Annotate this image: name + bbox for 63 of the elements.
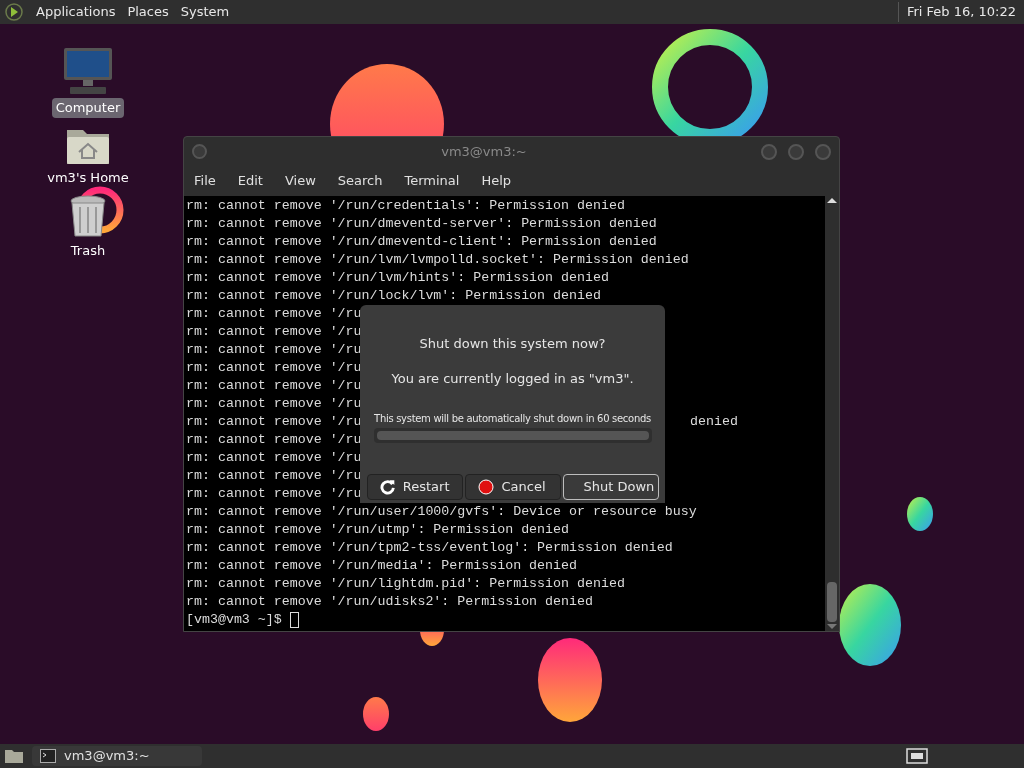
dialog-button[interactable]: Cancel [464, 474, 561, 500]
menu-item[interactable]: File [194, 171, 216, 191]
dialog-title: Shut down this system now? [419, 335, 606, 353]
countdown-text: This system will be automatically shut down in 60 seconds [374, 412, 651, 426]
terminal-line: rm: cannot remove '/ru [186, 414, 362, 429]
terminal-line: rm: cannot remove '/ru [186, 378, 362, 393]
terminal-line: rm: cannot remove '/ru [186, 450, 362, 465]
menu-item[interactable]: Terminal [404, 171, 460, 191]
maximize-button[interactable] [788, 143, 804, 160]
terminal-line: rm: cannot remove '/ru [186, 360, 362, 375]
show-desktop-icon[interactable] [4, 748, 24, 764]
trash-icon [69, 195, 107, 239]
refresh-icon [379, 479, 395, 495]
window-title: vm3@vm3:~ [440, 142, 528, 161]
terminal-line: rm: cannot remove '/ru [186, 342, 362, 357]
shell-prompt: [vm3@vm3 ~]$ [186, 611, 283, 629]
terminal-line: rm: cannot remove '/run/utmp': Permission denied [186, 522, 569, 537]
terminal-line: rm: cannot remove '/run/lock/lvm': Permission denied [186, 288, 601, 303]
terminal-line: rm: cannot remove '/ru [186, 396, 362, 411]
desktop-icon-label[interactable]: Computer [51, 98, 125, 118]
terminal-line: rm: cannot remove '/run/dmeventd-client': Permission denied [186, 234, 657, 249]
terminal-line: rm: cannot remove '/ru [186, 306, 362, 321]
stop-icon [477, 479, 494, 495]
menu-item[interactable]: View [284, 171, 316, 191]
menu-item[interactable]: Help [481, 171, 512, 191]
scrollbar-thumb[interactable] [827, 582, 837, 622]
scroll-down-arrow-icon[interactable] [827, 624, 837, 629]
terminal-line: rm: cannot remove '/ru [186, 468, 362, 483]
window-menu-button[interactable] [192, 144, 207, 159]
terminal-line: rm: cannot remove '/run/lvm/lvmpolld.socket': Permission denied [186, 252, 689, 267]
clock[interactable]: Fri Feb 16, 10:22 [897, 2, 1020, 22]
terminal-line: rm: cannot remove '/run/media': Permission denied [186, 558, 577, 573]
terminal-line: rm: cannot remove '/run/udisks2': Permission denied [186, 594, 593, 609]
scroll-up-arrow-icon[interactable] [827, 198, 837, 203]
menu-item[interactable]: Search [337, 171, 383, 191]
terminal-line: rm: cannot remove '/ru [186, 324, 362, 339]
taskbar-button[interactable]: vm3@vm3:~ [32, 746, 202, 766]
panel-menu[interactable]: Applications [36, 2, 116, 22]
dialog-button[interactable]: Restart [366, 474, 463, 500]
logo-icon[interactable] [4, 2, 24, 22]
workspace-switcher-icon[interactable] [906, 748, 928, 764]
scrollbar[interactable] [825, 196, 839, 631]
panel-menu[interactable]: Places [127, 2, 169, 22]
computer-icon [62, 46, 114, 96]
terminal-line: rm: cannot remove '/run/lightdm.pid': Permission denied [186, 576, 625, 591]
text-cursor [289, 612, 299, 628]
terminal-line: rm: cannot remove '/ru [186, 486, 362, 501]
terminal-line: rm: cannot remove '/run/credentials': Permission denied [186, 198, 625, 213]
terminal-icon [40, 749, 56, 763]
terminal-line: rm: cannot remove '/run/user/1000/gvfs': Device or resource busy [186, 504, 697, 519]
terminal-line: rm: cannot remove '/run/dmeventd-server': Permission denied [186, 216, 657, 231]
terminal-line: denied [690, 413, 738, 431]
menu-item[interactable]: Edit [237, 171, 263, 191]
terminal-line: rm: cannot remove '/ru [186, 432, 362, 447]
desktop-icon-label[interactable]: Trash [66, 241, 110, 261]
minimize-button[interactable] [761, 143, 777, 160]
dialog-button[interactable]: Shut Down [562, 474, 659, 500]
terminal-line: rm: cannot remove '/run/tpm2-tss/eventlog': Permission denied [186, 540, 673, 555]
close-button[interactable] [815, 143, 831, 160]
terminal-line: rm: cannot remove '/run/lvm/hints': Permission denied [186, 270, 609, 285]
panel-menu[interactable]: System [180, 2, 230, 22]
desktop-icon-label[interactable]: vm3's Home [43, 167, 133, 187]
dialog-message: You are currently logged in as "vm3". [391, 369, 634, 388]
